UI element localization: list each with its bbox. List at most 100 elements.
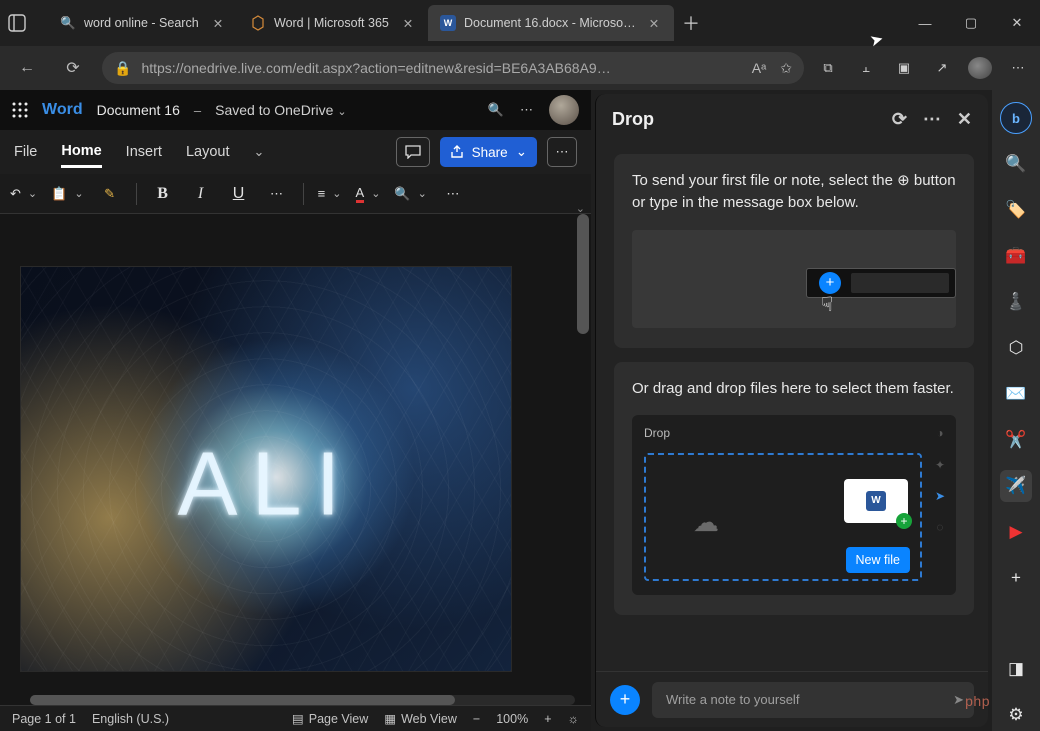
app-launcher-icon[interactable]: [12, 102, 28, 118]
align-button[interactable]: ≡⌄: [318, 186, 342, 201]
more-icon[interactable]: ⋯: [1006, 60, 1030, 76]
close-icon[interactable]: ✕: [957, 109, 972, 130]
italic-button[interactable]: I: [189, 185, 213, 203]
share-button[interactable]: Share ⌄: [440, 137, 537, 167]
drop-demo-add: + ☟: [632, 230, 956, 328]
zoom-in-button[interactable]: +: [544, 712, 551, 726]
lock-icon: 🔒: [114, 60, 131, 77]
note-placeholder: Write a note to yourself: [666, 692, 799, 707]
add-button[interactable]: +: [610, 685, 640, 715]
sidebar-drop-icon[interactable]: ✈️: [1000, 470, 1032, 502]
share-icon[interactable]: ↗: [930, 60, 954, 76]
tab-layout[interactable]: Layout: [186, 138, 230, 166]
health-icon[interactable]: ⫠: [854, 60, 878, 76]
more-tabs-icon[interactable]: ⌄: [253, 144, 264, 160]
drop-title: Drop: [612, 109, 654, 130]
tab-actions-icon[interactable]: [8, 14, 44, 32]
bold-button[interactable]: B: [151, 185, 175, 203]
cloud-upload-icon: ☁: [693, 504, 719, 542]
share-icon: [450, 145, 464, 159]
ribbon-more-button[interactable]: ⋯: [547, 137, 577, 167]
favorite-icon[interactable]: ✩: [780, 60, 792, 77]
tab-home[interactable]: Home: [61, 137, 101, 168]
sidebar-shopping-icon[interactable]: 🏷️: [1000, 194, 1032, 226]
horizontal-scrollbar[interactable]: [30, 695, 575, 705]
web-view-button[interactable]: ▦Web View: [384, 711, 457, 726]
search-icon[interactable]: 🔍: [488, 102, 504, 118]
underline-button[interactable]: U: [227, 185, 251, 203]
tab-insert[interactable]: Insert: [126, 138, 162, 166]
sidebar-games-icon[interactable]: ♟️: [1000, 286, 1032, 318]
tab-document[interactable]: W Document 16.docx - Microsoft W ✕: [428, 5, 674, 41]
undo-button[interactable]: ↶⌄: [10, 186, 37, 202]
tab-microsoft365[interactable]: Word | Microsoft 365 ✕: [238, 5, 428, 41]
tab-file[interactable]: File: [14, 138, 37, 166]
ribbon-toolbar: ↶⌄ 📋⌄ ✎ B I U ⋯ ≡⌄ A⌄ 🔍⌄ ⋯ ⌄: [0, 174, 591, 214]
sidebar-youtube-icon[interactable]: ▶: [1000, 516, 1032, 548]
tab-search[interactable]: 🔍 word online - Search ✕: [48, 5, 238, 41]
back-button[interactable]: ←: [10, 59, 44, 77]
url-input[interactable]: 🔒 https://onedrive.live.com/edit.aspx?ac…: [102, 52, 804, 84]
drop-footer: + Write a note to yourself ➤: [596, 671, 988, 727]
reader-mode-icon[interactable]: Aᵃ: [752, 60, 767, 77]
zoom-out-button[interactable]: −: [473, 712, 480, 726]
shopping-icon[interactable]: ▣: [892, 60, 916, 76]
language-indicator[interactable]: English (U.S.): [92, 712, 169, 726]
sidebar-clip-icon[interactable]: ✂️: [1000, 424, 1032, 456]
sidebar-search-icon[interactable]: 🔍: [1000, 148, 1032, 180]
tab-label: Word | Microsoft 365: [274, 16, 392, 30]
separator: –: [194, 103, 201, 118]
drop-tip-text-2: Or drag and drop files here to select th…: [632, 378, 956, 400]
user-avatar[interactable]: [549, 95, 579, 125]
bing-chat-icon[interactable]: b: [1000, 102, 1032, 134]
m365-icon: [250, 15, 266, 31]
document-image[interactable]: ALI: [20, 266, 512, 672]
send-icon[interactable]: ➤: [953, 692, 964, 708]
demo-side-icon: ➤: [935, 488, 945, 505]
brightness-icon[interactable]: ☼: [568, 712, 579, 726]
image-text: ALI: [177, 434, 354, 537]
refresh-button[interactable]: ⟳: [56, 58, 90, 78]
watermark: php: [965, 693, 990, 709]
ribbon-tabs: File Home Insert Layout ⌄ Share ⌄ ⋯: [0, 130, 591, 174]
word-icon: W: [440, 15, 456, 31]
paste-button[interactable]: 📋⌄: [51, 186, 83, 202]
font-color-button[interactable]: A⌄: [356, 185, 381, 203]
close-icon[interactable]: ✕: [646, 16, 662, 31]
save-status[interactable]: Saved to OneDrive⌄: [215, 102, 347, 118]
sidebar-office-icon[interactable]: ⬡: [1000, 332, 1032, 364]
note-input[interactable]: Write a note to yourself ➤: [652, 682, 974, 718]
word-brand[interactable]: Word: [42, 101, 83, 119]
more-icon[interactable]: ⋯: [923, 109, 941, 130]
toolbar-more-button[interactable]: ⋯: [441, 186, 465, 202]
profile-avatar[interactable]: [968, 57, 992, 79]
more-font-button[interactable]: ⋯: [265, 186, 289, 202]
zoom-level[interactable]: 100%: [496, 712, 528, 726]
maximize-button[interactable]: ▢: [948, 0, 994, 46]
demo-side-icon: ✦: [935, 457, 945, 474]
sidebar-split-icon[interactable]: ◨: [1000, 653, 1032, 685]
close-icon[interactable]: ✕: [210, 16, 226, 31]
new-tab-button[interactable]: ＋: [682, 10, 700, 36]
minimize-button[interactable]: ―: [902, 0, 948, 46]
collections-icon[interactable]: ⧉: [816, 60, 840, 76]
format-painter-button[interactable]: ✎: [98, 186, 122, 202]
sidebar-add-icon[interactable]: +: [1000, 562, 1032, 594]
drop-body: To send your first file or note, select …: [596, 144, 988, 671]
page-indicator[interactable]: Page 1 of 1: [12, 712, 76, 726]
page-view-button[interactable]: ▤Page View: [292, 711, 368, 726]
sidebar-settings-icon[interactable]: ⚙: [1000, 699, 1032, 731]
document-canvas[interactable]: ALI: [0, 214, 591, 705]
comments-button[interactable]: [396, 137, 430, 167]
sidebar-outlook-icon[interactable]: ✉️: [1000, 378, 1032, 410]
document-title[interactable]: Document 16: [97, 102, 180, 118]
find-button[interactable]: 🔍⌄: [394, 186, 426, 202]
word-header: Word Document 16 – Saved to OneDrive⌄ 🔍 …: [0, 90, 591, 130]
sidebar-tools-icon[interactable]: 🧰: [1000, 240, 1032, 272]
demo-side-icon: ◑: [936, 425, 943, 442]
more-icon[interactable]: ⋯: [520, 102, 533, 118]
vertical-scrollbar[interactable]: [577, 214, 589, 334]
close-icon[interactable]: ✕: [400, 16, 416, 31]
refresh-icon[interactable]: ⟳: [892, 109, 907, 130]
close-window-button[interactable]: ✕: [994, 0, 1040, 46]
